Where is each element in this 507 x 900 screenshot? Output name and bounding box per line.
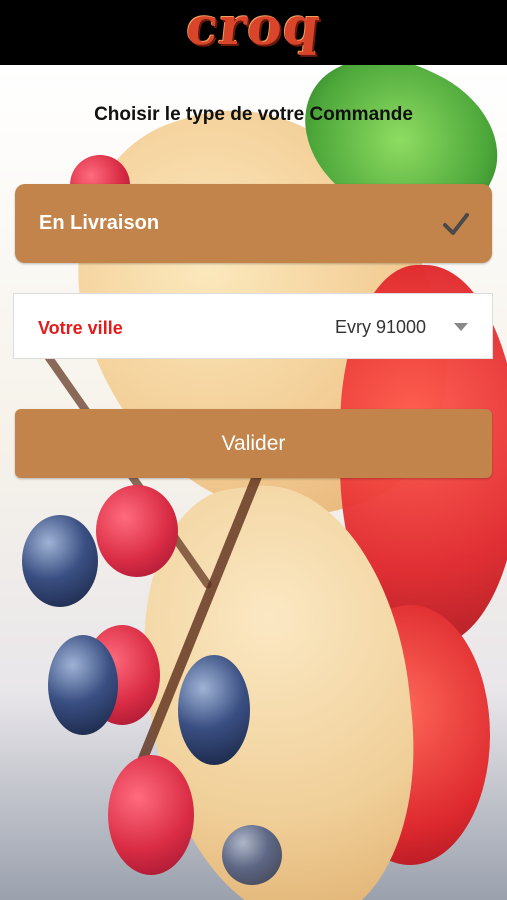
checkmark-icon bbox=[443, 213, 469, 235]
delivery-option-button[interactable]: En Livraison bbox=[15, 184, 492, 263]
page-title: Choisir le type de votre Commande bbox=[94, 104, 413, 125]
logo: croq bbox=[183, 0, 324, 57]
caret-down-icon bbox=[454, 323, 468, 331]
top-bar: croq bbox=[0, 0, 507, 65]
submit-button[interactable]: Valider bbox=[15, 409, 492, 478]
raspberry bbox=[108, 755, 194, 875]
blueberry bbox=[222, 825, 282, 885]
raspberry bbox=[96, 485, 178, 577]
blueberry bbox=[22, 515, 98, 607]
blueberry bbox=[178, 655, 250, 765]
delivery-option-label: En Livraison bbox=[39, 212, 160, 234]
blueberry bbox=[48, 635, 118, 735]
city-select[interactable]: Votre ville Evry 91000 bbox=[13, 293, 493, 359]
city-label: Votre ville bbox=[38, 318, 123, 338]
city-value: Evry 91000 bbox=[334, 317, 426, 337]
